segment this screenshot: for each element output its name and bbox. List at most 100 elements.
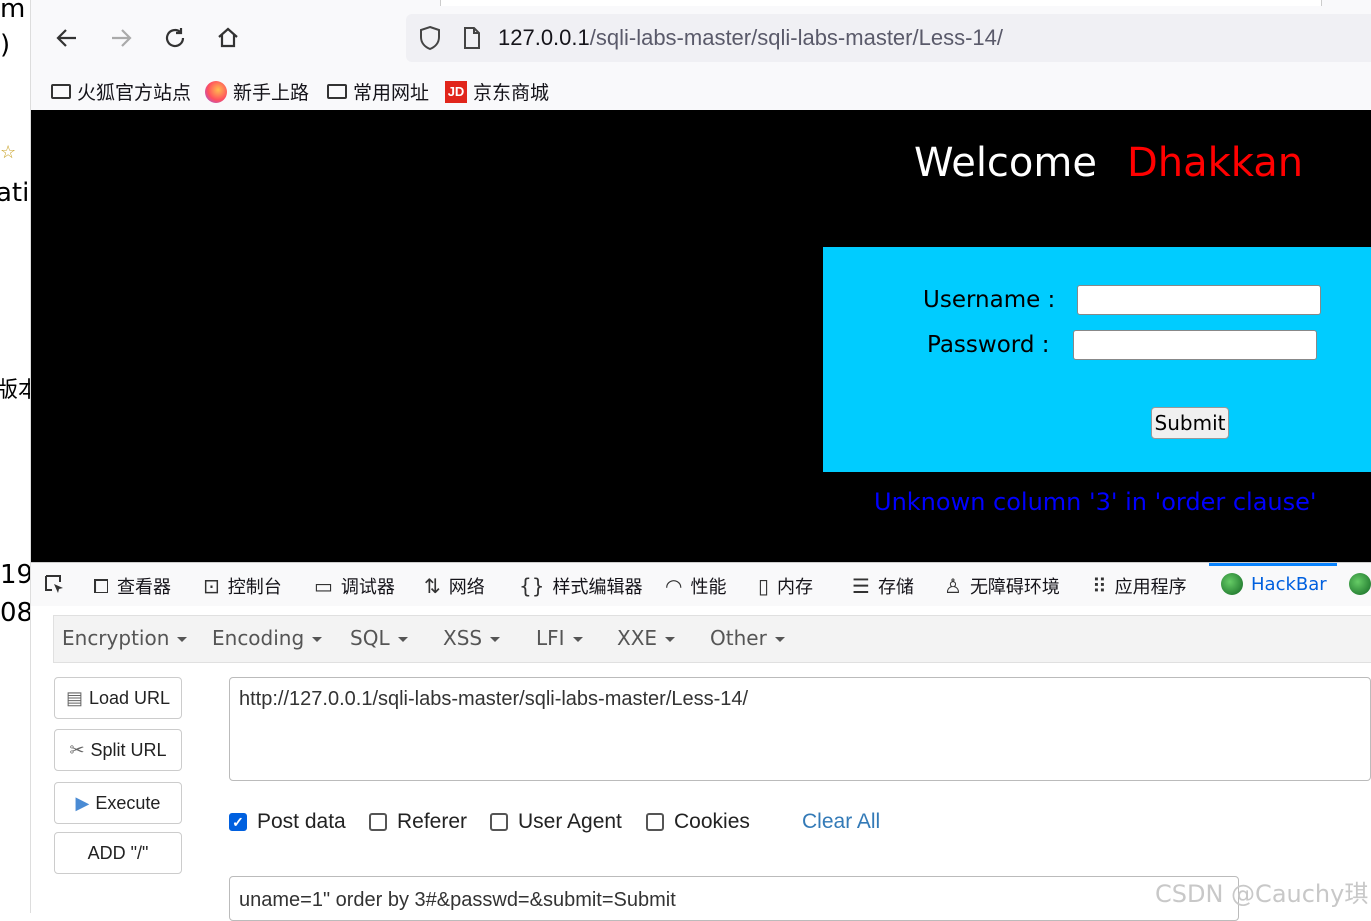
- tab-label: 查看器: [117, 577, 171, 598]
- fragment-text: ati: [0, 178, 30, 208]
- element-picker-icon[interactable]: [43, 573, 67, 597]
- home-icon[interactable]: [212, 22, 244, 54]
- caret-down-icon: [397, 637, 408, 642]
- tab-label: 样式编辑器: [552, 577, 643, 598]
- bookmarks-bar: 火狐官方站点 新手上路 常用网址 JD 京东商城: [31, 70, 1371, 111]
- tab-label: 控制台: [227, 577, 282, 598]
- menu-other[interactable]: Other: [710, 626, 785, 650]
- url-bar[interactable]: 127.0.0.1/sqli-labs-master/sqli-labs-mas…: [406, 14, 1371, 62]
- bookmark-item[interactable]: JD 京东商城: [445, 78, 549, 105]
- menu-label: XXE: [617, 626, 658, 650]
- page-content: Welcome Dhakkan Username : Password : Sub…: [31, 110, 1371, 562]
- caret-down-icon: [665, 637, 676, 642]
- caret-down-icon: [312, 637, 323, 642]
- tab-console[interactable]: ⊡ 控制台: [203, 573, 282, 599]
- button-label: Split URL: [90, 739, 167, 760]
- reload-icon[interactable]: [159, 22, 191, 54]
- tab-performance[interactable]: ◠ 性能: [665, 573, 726, 599]
- menu-sql[interactable]: SQL: [350, 626, 408, 650]
- url-text[interactable]: 127.0.0.1/sqli-labs-master/sqli-labs-mas…: [498, 25, 1003, 51]
- split-url-button[interactable]: ✂ Split URL: [54, 729, 182, 771]
- extension-icon: [1349, 573, 1371, 595]
- tab-storage[interactable]: ☰ 存储: [852, 573, 914, 599]
- gauge-icon: ◠: [665, 574, 683, 598]
- active-tab-indicator: [1209, 563, 1337, 566]
- watermark: CSDN @Cauchy琪: [1155, 880, 1369, 908]
- password-input[interactable]: [1073, 330, 1317, 360]
- menu-label: XSS: [443, 626, 483, 650]
- caret-down-icon: [774, 637, 785, 642]
- back-icon[interactable]: [51, 22, 83, 54]
- tab-hackbar[interactable]: HackBar: [1221, 573, 1327, 595]
- background-window-sliver: m ) ☆ ati 版本 19 08: [0, 0, 31, 913]
- menu-lfi[interactable]: LFI: [536, 626, 583, 650]
- fragment-text: 08: [0, 598, 31, 628]
- tab-label: 内存: [777, 577, 814, 598]
- braces-icon: {}: [519, 574, 545, 598]
- button-label: Execute: [95, 792, 161, 813]
- bookmark-label: 火狐官方站点: [77, 82, 192, 104]
- folder-icon: [51, 84, 71, 99]
- tab-accessibility[interactable]: ♙ 无障碍环境: [944, 573, 1060, 599]
- menu-encoding[interactable]: Encoding: [212, 626, 323, 650]
- execute-button[interactable]: ▶ Execute: [54, 782, 182, 824]
- menu-encryption[interactable]: Encryption: [62, 626, 188, 650]
- tab-label: 无障碍环境: [969, 577, 1060, 598]
- page-icon: [462, 26, 482, 55]
- tab-memory[interactable]: ▯ 内存: [758, 573, 813, 599]
- network-icon: ⇅: [424, 574, 441, 598]
- menu-xss[interactable]: XSS: [443, 626, 501, 650]
- checkbox-label: User Agent: [518, 810, 622, 833]
- extra-extension-tab[interactable]: [1349, 573, 1371, 595]
- url-path: /sqli-labs-master/sqli-labs-master/Less-…: [589, 25, 1003, 50]
- button-label: ADD "/": [87, 842, 149, 863]
- caret-down-icon: [177, 637, 188, 642]
- bookmark-item[interactable]: 新手上路: [205, 78, 309, 105]
- shield-icon[interactable]: [418, 25, 442, 56]
- tab-style-editor[interactable]: {} 样式编辑器: [519, 573, 642, 599]
- storage-icon: ☰: [852, 574, 870, 598]
- inspector-icon: ⧠: [93, 574, 109, 598]
- bookmark-label: 京东商城: [473, 82, 550, 104]
- username-input[interactable]: [1077, 285, 1321, 315]
- submit-button[interactable]: Submit: [1151, 407, 1229, 439]
- button-label: Load URL: [88, 687, 171, 708]
- add-slash-button[interactable]: ADD "/": [54, 832, 182, 874]
- menu-label: SQL: [350, 626, 390, 650]
- post-data-textarea[interactable]: uname=1" order by 3#&passwd=&submit=Subm…: [229, 876, 1239, 921]
- bookmark-label: 常用网址: [353, 82, 430, 104]
- caret-down-icon: [490, 637, 501, 642]
- menu-label: Other: [710, 626, 767, 650]
- fragment-text: ): [0, 30, 11, 60]
- bookmark-item[interactable]: 火狐官方站点: [51, 78, 191, 105]
- clear-all-link[interactable]: Clear All: [802, 810, 880, 834]
- tab-label: 调试器: [340, 577, 395, 598]
- tab-label: HackBar: [1251, 573, 1327, 595]
- menu-xxe[interactable]: XXE: [617, 626, 676, 650]
- tab-debugger[interactable]: ▭ 调试器: [314, 573, 395, 599]
- fragment-text: 版本: [0, 372, 30, 404]
- cookies-checkbox[interactable]: Cookies: [646, 810, 750, 834]
- tab-label: 网络: [448, 577, 485, 598]
- folder-icon: [327, 84, 347, 99]
- bookmark-item[interactable]: 常用网址: [327, 78, 429, 105]
- post-data-checkbox[interactable]: ✓ Post data: [229, 810, 346, 834]
- url-textarea[interactable]: http://127.0.0.1/sqli-labs-master/sqli-l…: [229, 677, 1371, 781]
- referer-checkbox[interactable]: Referer: [369, 810, 467, 834]
- load-url-button[interactable]: ▤ Load URL: [54, 677, 182, 719]
- tab-application[interactable]: ⠿ 应用程序: [1092, 573, 1187, 599]
- debugger-icon: ▭: [314, 574, 333, 598]
- tab-label: 应用程序: [1114, 577, 1187, 598]
- hackbar-panel: Encryption Encoding SQL XSS LFI XXE Othe…: [31, 606, 1371, 921]
- user-name: Dhakkan: [1126, 140, 1304, 186]
- tab-inspector[interactable]: ⧠ 查看器: [93, 573, 171, 599]
- hackbar-menu: Encryption Encoding SQL XSS LFI XXE Othe…: [53, 615, 1371, 663]
- error-message: Unknown column '3' in 'order clause': [874, 488, 1317, 516]
- forward-icon[interactable]: [105, 22, 137, 54]
- load-icon: ▤: [65, 687, 83, 708]
- url-host: 127.0.0.1: [498, 25, 590, 50]
- checkmark-icon: ✓: [229, 813, 247, 831]
- grid-icon: ⠿: [1092, 574, 1107, 598]
- user-agent-checkbox[interactable]: User Agent: [490, 810, 622, 834]
- tab-network[interactable]: ⇅ 网络: [424, 573, 485, 599]
